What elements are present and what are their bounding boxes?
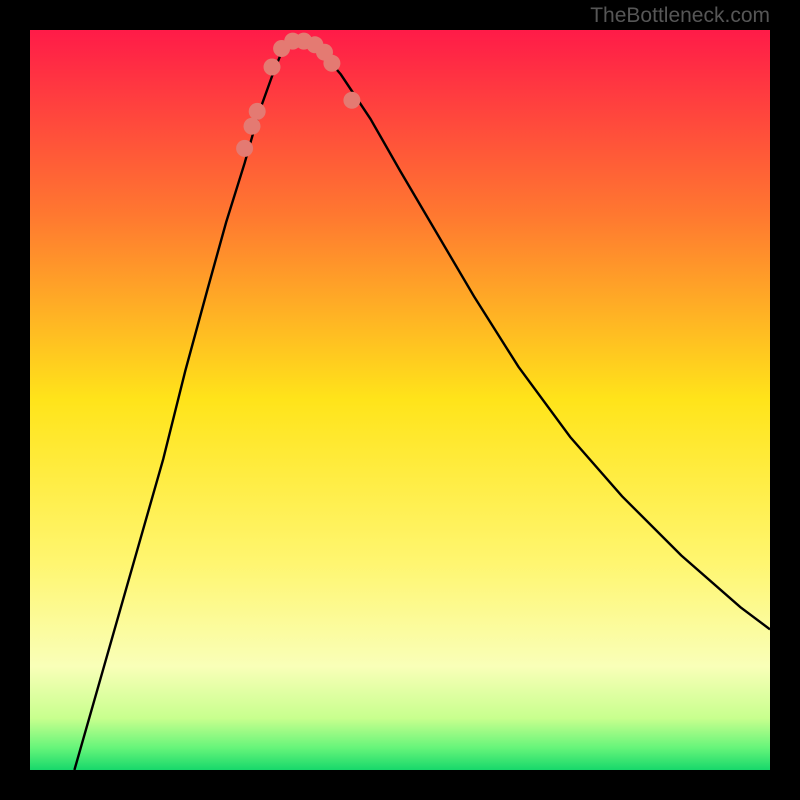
watermark: TheBottleneck.com	[590, 4, 770, 28]
heatmap-background	[30, 30, 770, 770]
marker-dot	[343, 92, 360, 109]
marker-dot	[323, 55, 340, 72]
marker-dot	[236, 140, 253, 157]
plot-area	[30, 30, 770, 770]
marker-dot	[249, 103, 266, 120]
marker-dot	[264, 59, 281, 76]
chart-svg	[30, 30, 770, 770]
marker-dot	[244, 118, 261, 135]
